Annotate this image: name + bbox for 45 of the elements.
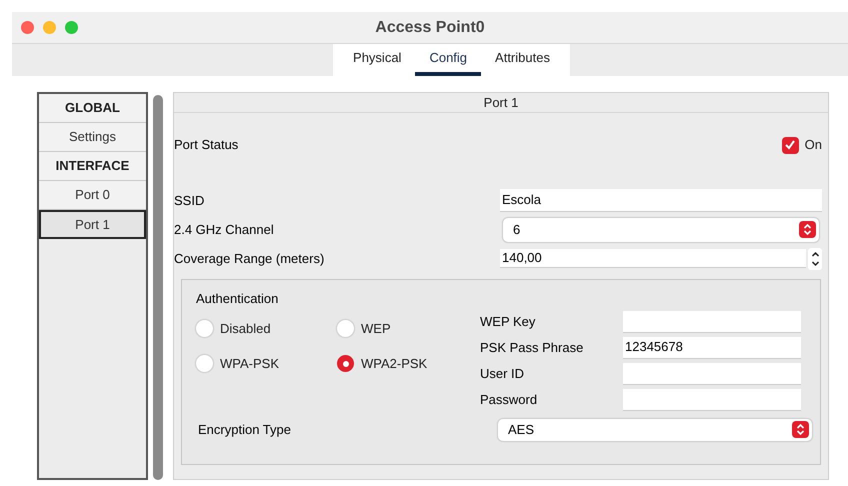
input-field[interactable]	[623, 362, 801, 384]
panel-title: Port 1	[484, 94, 518, 112]
scrollbar[interactable]	[153, 95, 163, 480]
section-header: INTERFACE	[39, 152, 146, 181]
stepper-icon[interactable]	[799, 221, 816, 238]
number-field[interactable]: 140,00	[500, 249, 806, 268]
radio-label: Disabled	[220, 320, 271, 338]
field-label: User ID	[480, 364, 526, 383]
group-title: Authentication	[196, 290, 280, 308]
close-icon[interactable]	[21, 21, 34, 34]
input-field[interactable]	[623, 310, 801, 332]
radio-label: WPA-PSK	[220, 354, 279, 373]
maximize-icon[interactable]	[65, 21, 78, 34]
input-field[interactable]	[623, 388, 801, 410]
tab[interactable]: Physical	[339, 44, 416, 76]
radio-button[interactable]	[196, 320, 213, 337]
input-field[interactable]: 12345678	[623, 336, 801, 358]
tab[interactable]: Attributes	[481, 44, 564, 76]
text-field[interactable]: Escola	[500, 189, 822, 212]
sidebar-item[interactable]: Settings	[39, 123, 146, 152]
select-field[interactable]: AES	[498, 418, 812, 440]
checkbox[interactable]	[782, 136, 799, 154]
window-title: Access Point0	[375, 18, 485, 38]
sidebar-item[interactable]: Port 0	[39, 181, 146, 210]
section-header: GLOBAL	[39, 94, 146, 123]
minimize-icon[interactable]	[43, 21, 56, 34]
radio-button[interactable]	[337, 320, 354, 337]
radio-label: WEP	[361, 320, 391, 338]
field-label: Port Status	[174, 136, 238, 154]
stepper-icon[interactable]	[792, 421, 809, 438]
radio-button[interactable]	[337, 355, 354, 372]
field-label: Coverage Range (meters)	[174, 250, 326, 268]
field-label: SSID	[174, 192, 206, 210]
field-label: PSK Pass Phrase	[480, 338, 584, 357]
checkbox-label: On	[804, 136, 822, 154]
field-label: Encryption Type	[198, 420, 291, 439]
select-field[interactable]: 6	[503, 218, 819, 242]
sidebar-item[interactable]: Port 1	[39, 210, 146, 239]
field-label: WEP Key	[480, 312, 536, 331]
radio-label: WPA2-PSK	[361, 354, 428, 373]
field-label: 2.4 GHz Channel	[174, 220, 275, 239]
field-label: Password	[480, 390, 538, 409]
radio-button[interactable]	[196, 355, 213, 372]
check-icon	[784, 139, 796, 151]
spinner-icon[interactable]	[808, 248, 822, 270]
